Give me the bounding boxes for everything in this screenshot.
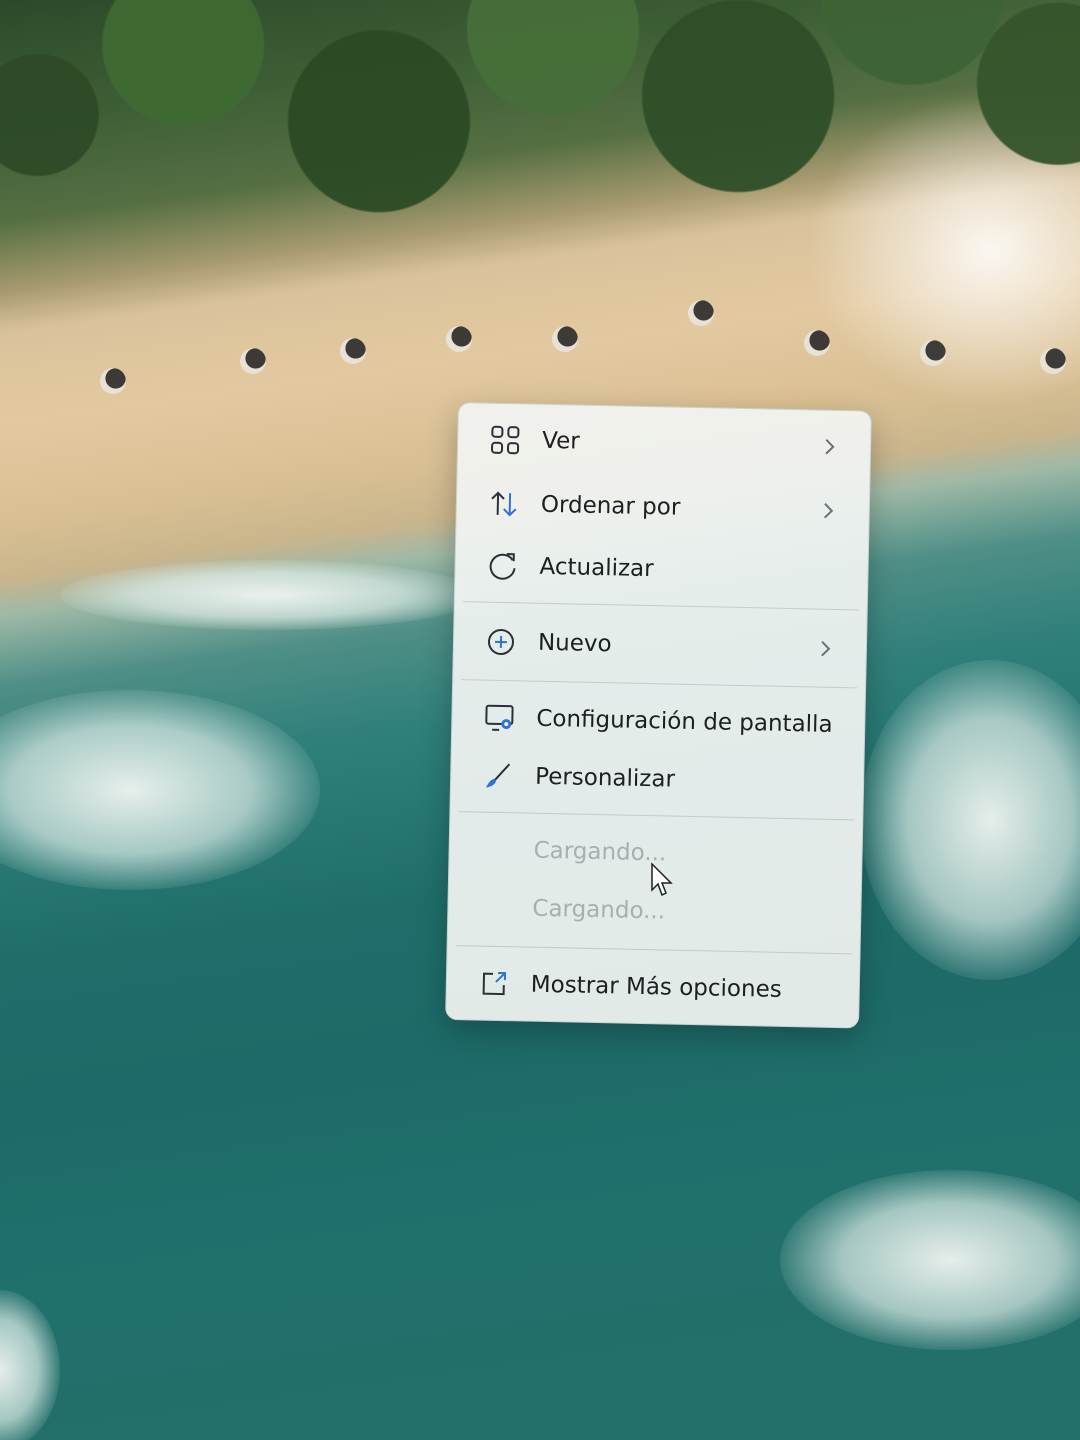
wallpaper-umbrella xyxy=(552,326,578,352)
menu-item-nuevo[interactable]: Nuevo xyxy=(453,613,866,678)
sort-arrows-icon xyxy=(487,487,522,522)
menu-item-label: Personalizar xyxy=(534,763,676,793)
wallpaper-umbrella xyxy=(340,338,366,364)
refresh-icon xyxy=(485,549,520,584)
menu-divider xyxy=(461,679,858,689)
menu-divider xyxy=(462,601,859,611)
menu-item-personalizar[interactable]: Personalizar xyxy=(451,747,864,812)
brush-icon xyxy=(481,759,516,794)
open-external-icon xyxy=(476,967,511,1002)
menu-item-label: Nuevo xyxy=(537,629,612,658)
menu-item-configuracion-de-pantalla[interactable]: Configuración de pantalla xyxy=(452,689,865,754)
wallpaper-wave xyxy=(780,1170,1080,1350)
mouse-cursor-icon xyxy=(650,862,674,898)
menu-divider xyxy=(458,811,855,821)
chevron-right-icon xyxy=(820,437,840,457)
grid-view-icon xyxy=(488,423,523,458)
menu-item-label: Configuración de pantalla xyxy=(536,705,833,738)
wallpaper-forest xyxy=(0,0,1080,341)
wallpaper-wave xyxy=(860,660,1080,980)
menu-item-label: Ordenar por xyxy=(540,491,681,521)
desktop-context-menu: Ver Ordenar por Actualizar Nuevo Configu… xyxy=(445,402,872,1029)
menu-item-mostrar-mas-opciones[interactable]: Mostrar Más opciones xyxy=(446,955,859,1020)
wallpaper-umbrella xyxy=(100,368,126,394)
menu-divider xyxy=(455,945,852,955)
chevron-right-icon xyxy=(816,639,836,659)
display-settings-icon xyxy=(482,701,517,736)
chevron-right-icon xyxy=(819,501,839,521)
menu-item-ordenar-por[interactable]: Ordenar por xyxy=(456,475,869,540)
menu-item-label: Actualizar xyxy=(539,553,654,583)
plus-circle-icon xyxy=(484,625,519,660)
menu-item-ver[interactable]: Ver xyxy=(458,411,871,476)
wallpaper-umbrella xyxy=(1040,348,1066,374)
menu-item-label: Cargando... xyxy=(532,895,666,925)
menu-item-label: Mostrar Más opciones xyxy=(530,971,782,1003)
wallpaper-umbrella xyxy=(446,326,472,352)
wallpaper-wave xyxy=(0,690,320,890)
wallpaper-wave xyxy=(0,1290,60,1440)
wallpaper-umbrella xyxy=(240,348,266,374)
menu-item-label: Cargando... xyxy=(533,837,667,867)
wallpaper-umbrella xyxy=(920,340,946,366)
wallpaper-umbrella xyxy=(688,300,714,326)
menu-item-label: Ver xyxy=(541,427,581,455)
wallpaper-wave xyxy=(60,560,480,630)
wallpaper-umbrella xyxy=(804,330,830,356)
menu-item-actualizar[interactable]: Actualizar xyxy=(455,537,868,602)
